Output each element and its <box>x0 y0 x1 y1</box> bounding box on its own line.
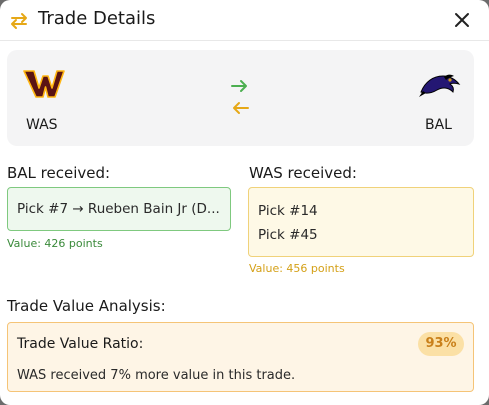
trade-value-ratio-label: Trade Value Ratio: <box>17 336 144 352</box>
team-abbr-was: WAS <box>26 117 58 133</box>
bal-received-value: Value: 426 points <box>7 237 103 250</box>
team-abbr-bal: BAL <box>425 117 452 133</box>
bal-received-label: BAL received: <box>7 164 111 182</box>
list-item: Pick #45 <box>258 227 318 243</box>
trade-value-ratio-box: Trade Value Ratio: 93% WAS received 7% m… <box>7 322 474 392</box>
modal-title: Trade Details <box>38 8 156 29</box>
ravens-logo <box>419 74 461 97</box>
was-received-label: WAS received: <box>249 164 357 182</box>
list-item: Pick #14 <box>258 203 318 219</box>
was-received-value: Value: 456 points <box>249 262 345 275</box>
trade-direction-arrows-icon <box>231 80 249 114</box>
swap-arrows-icon <box>11 13 27 29</box>
trade-summary-text: WAS received 7% more value in this trade… <box>17 368 296 383</box>
trade-details-modal: Trade Details WAS BAL BAL received: WAS … <box>0 0 489 405</box>
was-received-box: Pick #14 Pick #45 <box>248 187 474 257</box>
modal-header: Trade Details <box>0 0 489 41</box>
ratio-badge: 93% <box>418 332 464 356</box>
bal-received-box: Pick #7 → Rueben Bain Jr (D... <box>7 187 231 231</box>
commanders-logo <box>23 70 65 98</box>
list-item: Pick #7 → Rueben Bain Jr (D... <box>17 201 220 217</box>
close-icon[interactable] <box>452 10 472 30</box>
trade-value-analysis-label: Trade Value Analysis: <box>7 297 166 315</box>
teams-panel: WAS BAL <box>7 50 474 146</box>
